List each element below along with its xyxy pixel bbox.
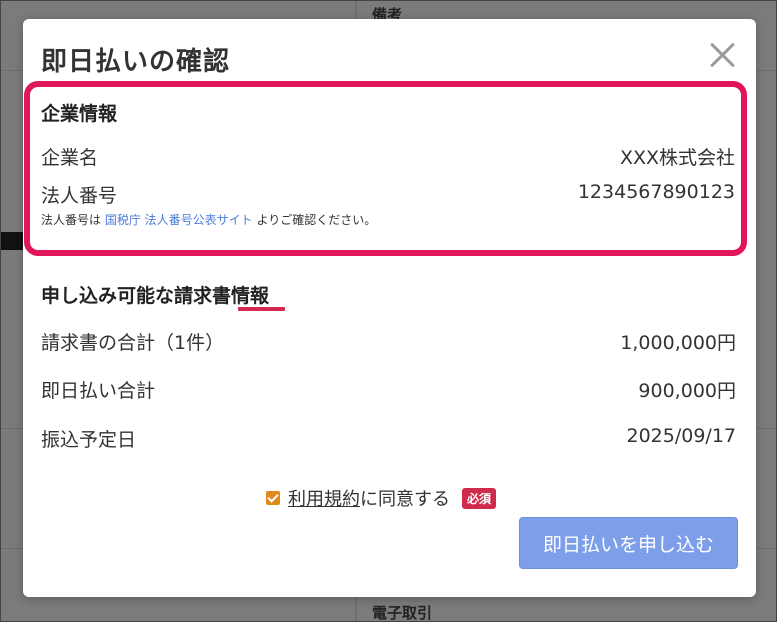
transfer-date-label: 振込予定日 <box>41 429 137 451</box>
required-badge: 必須 <box>462 487 497 509</box>
nta-corp-number-link[interactable]: 国税庁 法人番号公表サイト <box>105 213 253 227</box>
company-info-heading: 企業情報 <box>41 103 118 125</box>
terms-agreement: 利用規約 に同意する 必須 <box>266 485 497 511</box>
company-name-label: 企業名 <box>41 147 99 169</box>
invoice-total-value: 1,000,000円 <box>620 332 736 354</box>
corp-number-label: 法人番号 <box>41 185 118 207</box>
close-icon[interactable] <box>707 39 739 71</box>
same-day-total-value: 900,000円 <box>638 380 736 402</box>
invoice-info-heading: 申し込み可能な請求書情報 <box>41 285 270 307</box>
same-day-total-label: 即日払い合計 <box>41 380 156 402</box>
apply-same-day-payment-button[interactable]: 即日払いを申し込む <box>519 517 738 569</box>
note-prefix: 法人番号は <box>41 213 102 227</box>
company-info-section: 企業情報 企業名 XXX株式会社 法人番号 1234567890123 法人番号… <box>24 81 747 256</box>
company-name-value: XXX株式会社 <box>619 147 735 169</box>
heading-accent-underline <box>238 307 285 311</box>
confirmation-modal: 即日払いの確認 企業情報 企業名 XXX株式会社 法人番号 1234567890… <box>23 19 756 597</box>
modal-title: 即日払いの確認 <box>41 47 231 77</box>
corp-number-value: 1234567890123 <box>577 181 735 203</box>
background-e-transaction-label: 電子取引 <box>372 604 433 622</box>
background-bar <box>0 232 24 250</box>
corp-number-note: 法人番号は 国税庁 法人番号公表サイト よりご確認ください。 <box>41 211 376 228</box>
terms-checkbox[interactable] <box>266 491 280 505</box>
terms-suffix: に同意する <box>360 489 450 510</box>
invoice-total-label: 請求書の合計（1件） <box>41 332 225 354</box>
transfer-date-value: 2025/09/17 <box>626 425 736 447</box>
terms-link[interactable]: 利用規約 <box>288 485 360 511</box>
note-suffix: よりご確認ください。 <box>256 213 377 227</box>
